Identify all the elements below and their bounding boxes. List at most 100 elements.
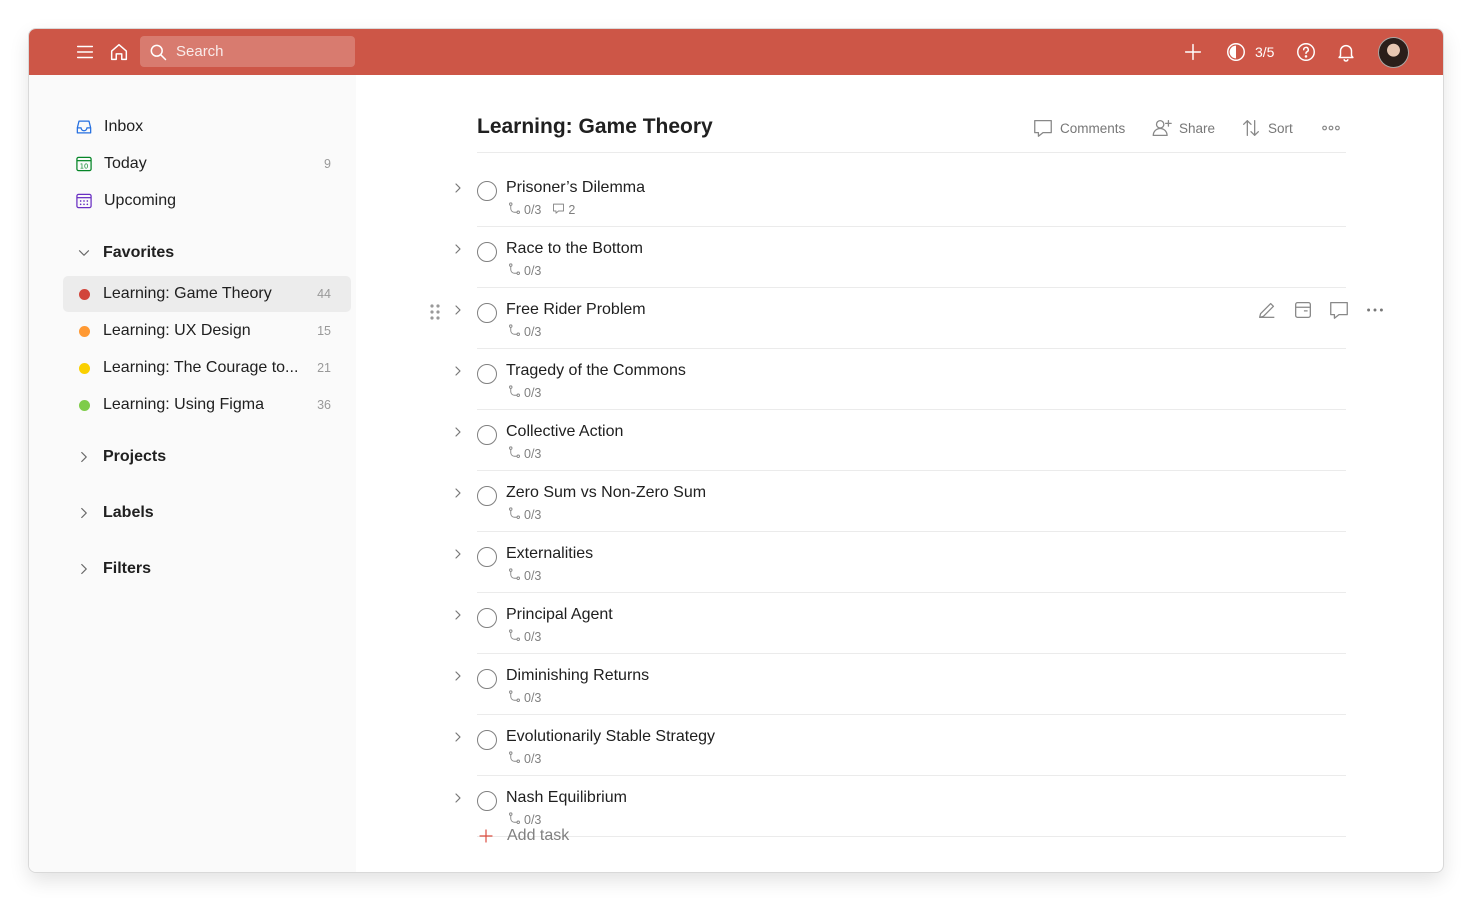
task-name[interactable]: Principal Agent: [506, 606, 613, 624]
task-checkbox[interactable]: [477, 608, 497, 628]
project-count: 36: [317, 398, 331, 412]
subtask-icon: [507, 262, 522, 280]
expand-chevron-icon[interactable]: [450, 607, 466, 623]
task-name[interactable]: Tragedy of the Commons: [506, 362, 686, 380]
expand-chevron-icon[interactable]: [450, 424, 466, 440]
nav-upcoming[interactable]: Upcoming: [63, 183, 351, 219]
expand-chevron-icon[interactable]: [450, 668, 466, 684]
task-name[interactable]: Externalities: [506, 545, 593, 563]
subtask-icon: [507, 445, 522, 463]
subtask-count: 0/3: [507, 628, 541, 646]
subtask-progress: 0/3: [524, 630, 542, 644]
project-color-dot: [79, 362, 90, 374]
notifications-bell-icon[interactable]: [1334, 40, 1358, 64]
subtask-progress: 0/3: [524, 691, 542, 705]
expand-chevron-icon[interactable]: [450, 302, 466, 318]
task-row[interactable]: Principal Agent 0/3: [446, 593, 1346, 654]
task-meta: 0/3: [507, 324, 541, 340]
task-name[interactable]: Race to the Bottom: [506, 240, 643, 258]
calendar-grid-icon: [73, 190, 95, 212]
nav-inbox[interactable]: Inbox: [63, 109, 351, 145]
expand-chevron-icon[interactable]: [450, 485, 466, 501]
expand-chevron-icon[interactable]: [450, 546, 466, 562]
home-icon[interactable]: [107, 40, 131, 64]
subtask-icon: [507, 689, 522, 707]
task-checkbox[interactable]: [477, 791, 497, 811]
task-checkbox[interactable]: [477, 730, 497, 750]
schedule-calendar-icon[interactable]: [1292, 299, 1314, 321]
favorite-project-courage[interactable]: Learning: The Courage to... 21: [63, 350, 351, 386]
project-label: Learning: The Courage to...: [103, 359, 299, 376]
comment-icon: [1034, 120, 1052, 137]
task-name[interactable]: Prisoner’s Dilemma: [506, 179, 645, 197]
section-title: Labels: [103, 504, 154, 521]
task-checkbox[interactable]: [477, 303, 497, 323]
subtask-count: 0/3: [507, 384, 541, 402]
section-title: Filters: [103, 560, 152, 577]
expand-chevron-icon[interactable]: [450, 241, 466, 257]
favorite-project-figma[interactable]: Learning: Using Figma 36: [63, 387, 351, 423]
subtask-progress: 0/3: [524, 203, 542, 217]
comments-button[interactable]: Comments: [1032, 117, 1125, 139]
task-name[interactable]: Free Rider Problem: [506, 301, 646, 319]
task-checkbox[interactable]: [477, 364, 497, 384]
nav-today[interactable]: 10 Today 9: [63, 146, 351, 182]
task-name[interactable]: Collective Action: [506, 423, 623, 441]
expand-chevron-icon[interactable]: [450, 180, 466, 196]
edit-pencil-icon[interactable]: [1256, 299, 1278, 321]
task-checkbox[interactable]: [477, 486, 497, 506]
task-row[interactable]: Nash Equilibrium 0/3: [446, 776, 1346, 837]
task-row[interactable]: Zero Sum vs Non-Zero Sum 0/3: [446, 471, 1346, 532]
task-row[interactable]: Tragedy of the Commons 0/3: [446, 349, 1346, 410]
menu-icon[interactable]: [73, 40, 97, 64]
expand-chevron-icon[interactable]: [450, 790, 466, 806]
task-checkbox[interactable]: [477, 242, 497, 262]
filters-toggle[interactable]: Filters: [75, 555, 151, 583]
projects-toggle[interactable]: Projects: [75, 443, 166, 471]
labels-toggle[interactable]: Labels: [75, 499, 154, 527]
expand-chevron-icon[interactable]: [450, 363, 466, 379]
more-horizontal-icon[interactable]: [1364, 299, 1386, 321]
task-checkbox[interactable]: [477, 181, 497, 201]
add-icon[interactable]: [1181, 40, 1205, 64]
task-checkbox[interactable]: [477, 547, 497, 567]
more-options-button[interactable]: [1320, 117, 1342, 139]
task-name[interactable]: Nash Equilibrium: [506, 789, 627, 807]
favorite-project-game-theory[interactable]: Learning: Game Theory 44: [63, 276, 351, 312]
expand-chevron-icon[interactable]: [450, 729, 466, 745]
task-checkbox[interactable]: [477, 669, 497, 689]
share-button[interactable]: Share: [1151, 117, 1215, 139]
help-icon[interactable]: [1294, 40, 1318, 64]
favorites-toggle[interactable]: Favorites: [75, 239, 174, 267]
subtask-icon: [507, 201, 522, 219]
drag-handle-icon[interactable]: [428, 303, 442, 321]
task-name[interactable]: Diminishing Returns: [506, 667, 649, 685]
task-meta: 0/3 2: [507, 202, 575, 218]
task-row[interactable]: Prisoner’s Dilemma 0/3 2: [446, 166, 1346, 227]
task-row[interactable]: Race to the Bottom 0/3: [446, 227, 1346, 288]
task-row[interactable]: Free Rider Problem 0/3: [430, 288, 1383, 349]
user-avatar[interactable]: [1378, 37, 1409, 68]
task-name[interactable]: Evolutionarily Stable Strategy: [506, 728, 715, 746]
comment-count-value: 2: [568, 203, 576, 217]
task-row[interactable]: Externalities 0/3: [446, 532, 1346, 593]
search-input[interactable]: [176, 43, 336, 60]
comment-icon[interactable]: [1328, 299, 1350, 321]
share-label: Share: [1179, 120, 1216, 136]
add-task-button[interactable]: Add task: [477, 827, 569, 845]
task-row[interactable]: Collective Action 0/3: [446, 410, 1346, 471]
task-hover-tools: [1256, 299, 1386, 321]
add-person-icon: [1152, 120, 1172, 136]
task-checkbox[interactable]: [477, 425, 497, 445]
task-row[interactable]: Evolutionarily Stable Strategy 0/3: [446, 715, 1346, 776]
task-name[interactable]: Zero Sum vs Non-Zero Sum: [506, 484, 706, 502]
project-label: Learning: Using Figma: [103, 396, 264, 413]
task-meta: 0/3: [507, 629, 541, 645]
chevron-down-icon: [78, 250, 90, 256]
productivity-button[interactable]: 3/5: [1225, 40, 1274, 64]
favorite-project-ux-design[interactable]: Learning: UX Design 15: [63, 313, 351, 349]
sort-button[interactable]: Sort: [1240, 117, 1293, 139]
favorites-title: Favorites: [103, 244, 175, 261]
search-box[interactable]: [140, 36, 355, 67]
task-row[interactable]: Diminishing Returns 0/3: [446, 654, 1346, 715]
